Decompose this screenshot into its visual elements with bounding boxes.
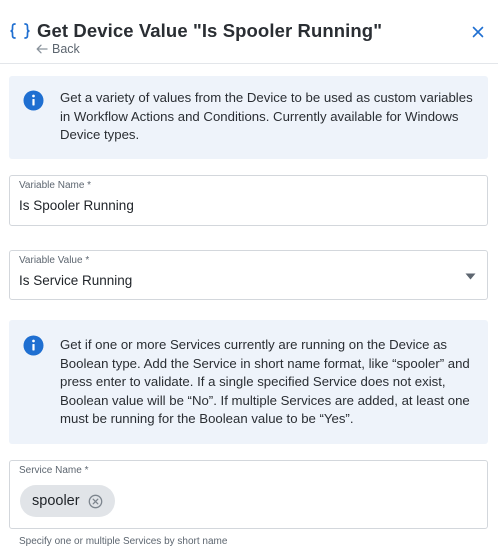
variable-value-label: Variable Value * [19, 255, 90, 266]
info-panel-service: Get if one or more Services currently ar… [9, 320, 488, 444]
service-name-label: Service Name * [19, 465, 89, 476]
info-text-variables: Get a variety of values from the Device … [60, 90, 473, 143]
variable-name-value[interactable]: Is Spooler Running [19, 198, 134, 213]
back-label: Back [52, 42, 80, 56]
info-circle-icon [23, 90, 44, 111]
page-title: Get Device Value "Is Spooler Running" [37, 20, 383, 41]
curly-braces-icon [10, 23, 30, 39]
variable-name-label: Variable Name * [19, 180, 92, 191]
caret-down-icon[interactable] [465, 273, 476, 280]
close-icon[interactable] [471, 25, 485, 39]
variable-value-select[interactable]: Variable Value * Is Service Running [9, 250, 488, 300]
arrow-left-icon [36, 44, 48, 54]
variable-name-field[interactable]: Variable Name * Is Spooler Running [9, 175, 488, 226]
remove-circle-icon[interactable] [88, 494, 103, 509]
back-link[interactable]: Back [36, 42, 80, 56]
service-chip[interactable]: spooler [20, 485, 115, 517]
variable-value-selected[interactable]: Is Service Running [19, 273, 132, 288]
info-text-service: Get if one or more Services currently ar… [60, 337, 470, 427]
service-name-helper-text: Specify one or multiple Services by shor… [19, 536, 228, 547]
info-panel-variables: Get a variety of values from the Device … [9, 76, 488, 159]
service-name-field[interactable]: Service Name * spooler [9, 460, 488, 529]
dialog-header: Get Device Value "Is Spooler Running" Ba… [0, 0, 498, 64]
service-chip-label: spooler [32, 493, 80, 509]
info-circle-icon [23, 335, 44, 356]
